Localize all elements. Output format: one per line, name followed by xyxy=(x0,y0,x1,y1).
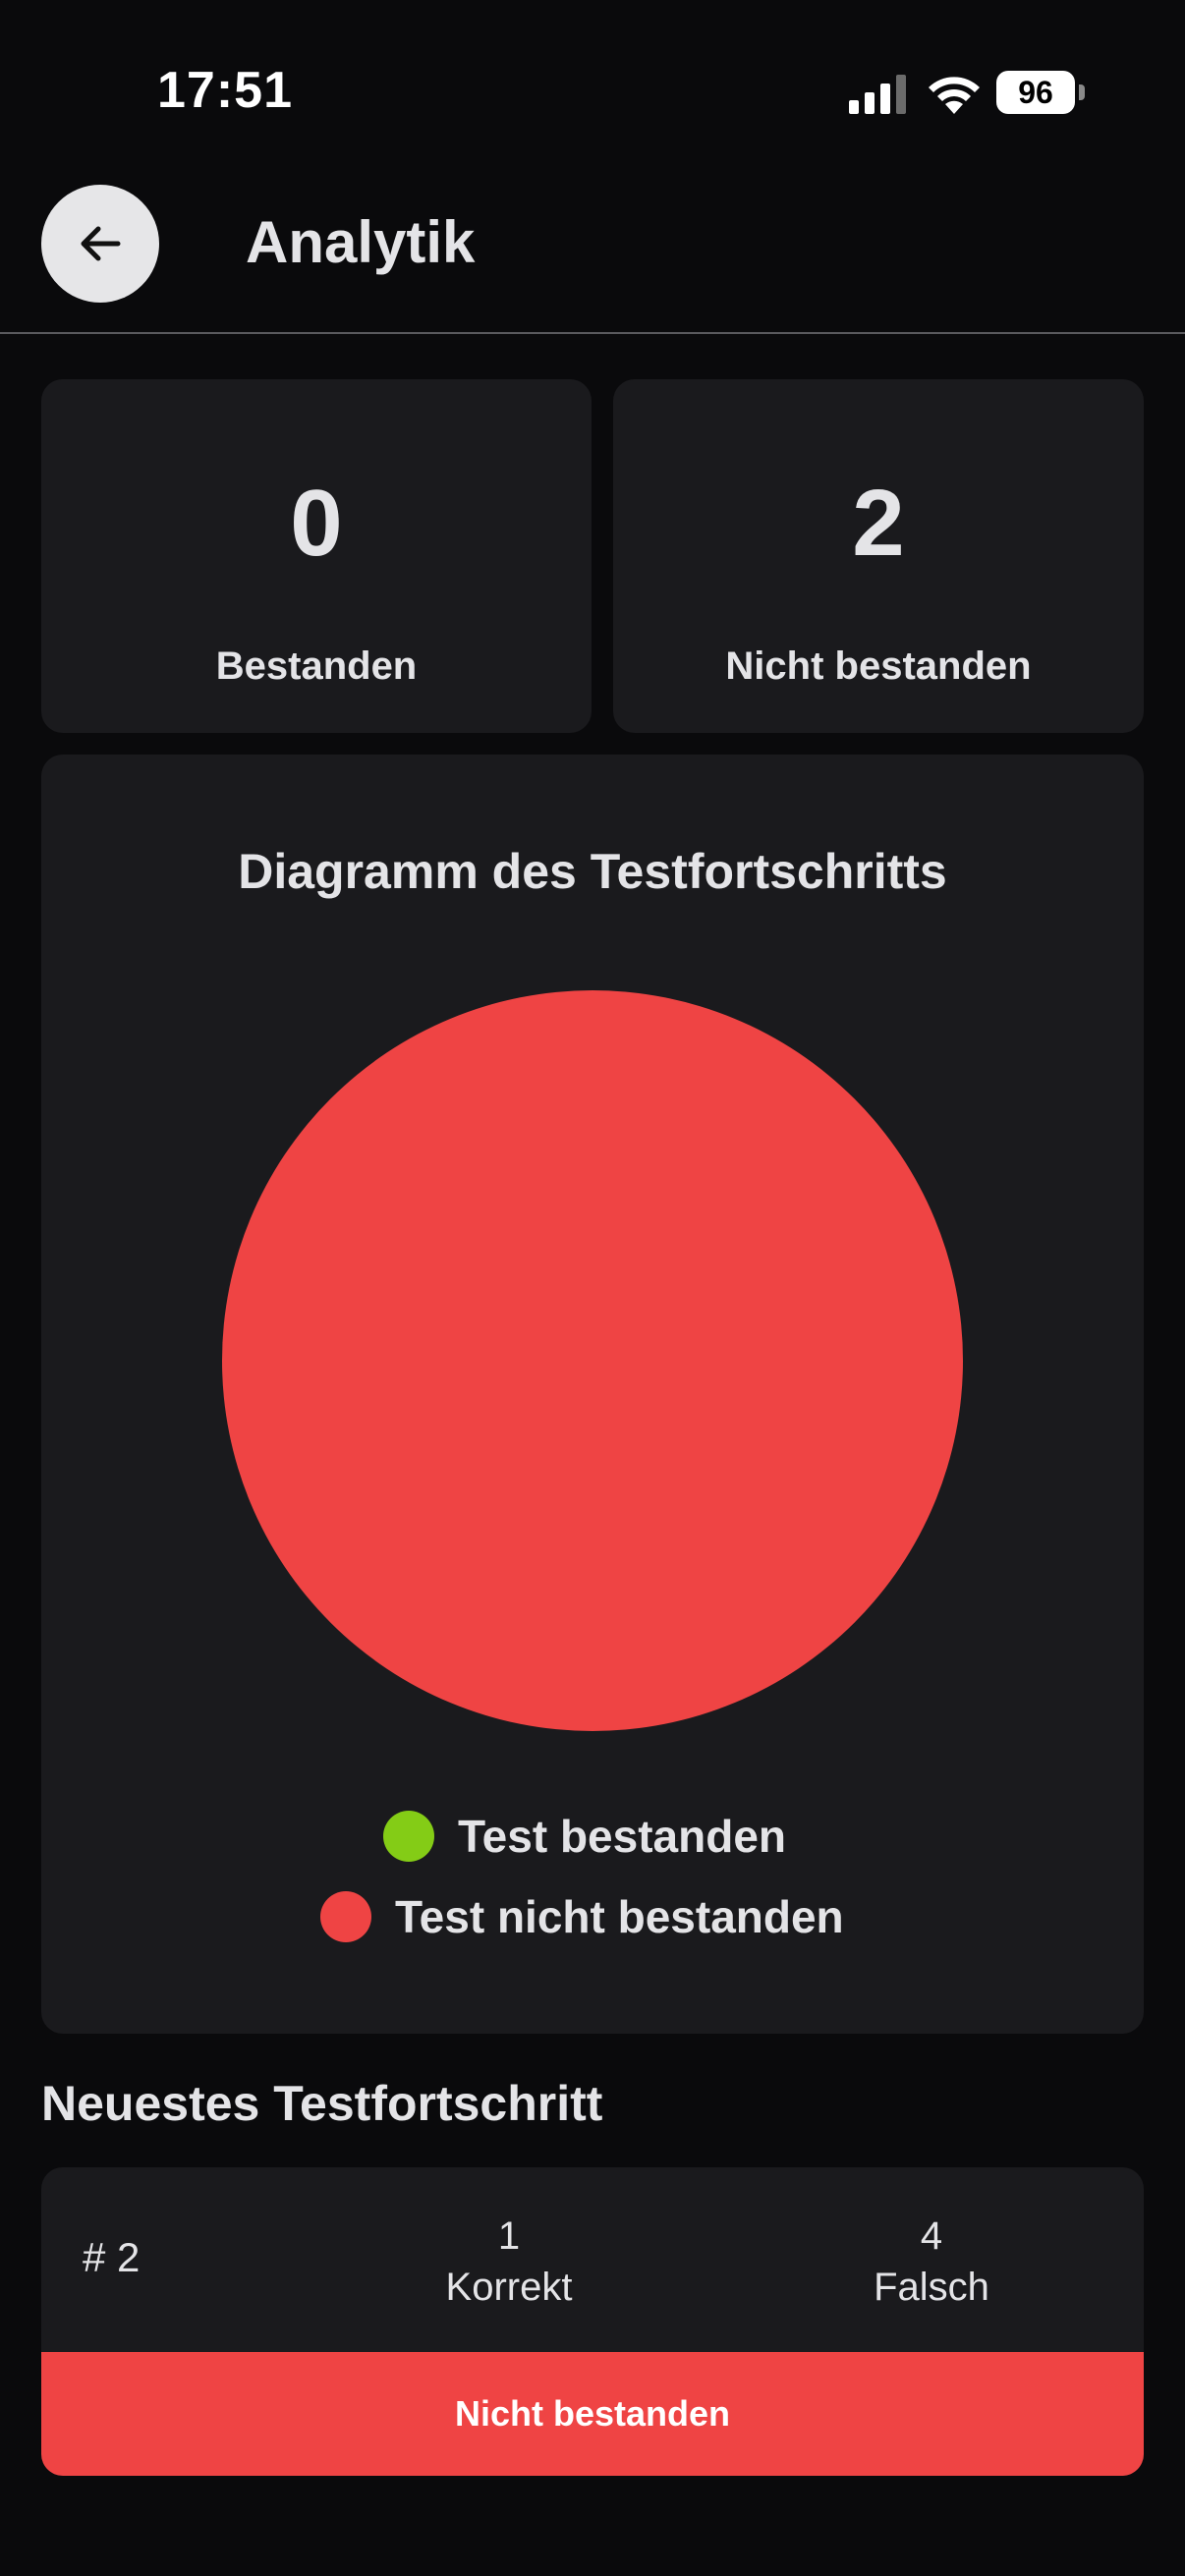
wrong-count: 4 xyxy=(920,2214,943,2258)
app-header: Analytik xyxy=(0,177,1185,334)
wrong-stat: 4 Falsch xyxy=(804,2211,1059,2313)
latest-progress-heading: Neuestes Testfortschritt xyxy=(41,2076,603,2131)
battery-icon: 96 xyxy=(996,71,1085,114)
result-status-badge: Nicht bestanden xyxy=(41,2352,1144,2476)
page-title: Analytik xyxy=(246,209,476,275)
legend-label-passed: Test bestanden xyxy=(458,1811,786,1862)
legend-item-failed: Test nicht bestanden xyxy=(320,1890,844,1943)
pie-slice-test-nicht-bestanden xyxy=(222,990,963,1731)
correct-count: 1 xyxy=(497,2214,521,2258)
battery-level: 96 xyxy=(1018,74,1053,110)
chart-title: Diagramm des Testfortschritts xyxy=(238,844,947,899)
wrong-label: Falsch xyxy=(874,2266,989,2309)
failed-label: Nicht bestanden xyxy=(725,644,1032,688)
passed-label: Bestanden xyxy=(215,644,418,688)
legend-item-passed: Test bestanden xyxy=(383,1810,786,1863)
legend-dot-passed xyxy=(383,1811,434,1862)
passed-count: 0 xyxy=(290,471,343,576)
legend-dot-failed xyxy=(320,1891,371,1942)
wifi-icon xyxy=(929,77,980,114)
pie-chart xyxy=(222,990,963,1731)
status-bar: 17:51 96 xyxy=(0,0,1185,187)
passed-stat-card: 0 Bestanden xyxy=(41,379,592,733)
arrow-left-icon xyxy=(81,226,121,261)
correct-label: Korrekt xyxy=(445,2266,573,2309)
failed-count: 2 xyxy=(852,471,905,576)
back-button[interactable] xyxy=(41,185,159,303)
latest-progress-card[interactable]: # 2 1 Korrekt 4 Falsch Nicht bestanden xyxy=(41,2167,1144,2476)
chart-card: Diagramm des Testfortschritts Test besta… xyxy=(41,755,1144,2034)
status-time: 17:51 xyxy=(157,62,293,119)
test-number: # 2 xyxy=(83,2234,141,2280)
correct-stat: 1 Korrekt xyxy=(381,2211,637,2313)
failed-stat-card: 2 Nicht bestanden xyxy=(613,379,1144,733)
signal-icon xyxy=(849,75,906,114)
legend-label-failed: Test nicht bestanden xyxy=(395,1891,844,1942)
